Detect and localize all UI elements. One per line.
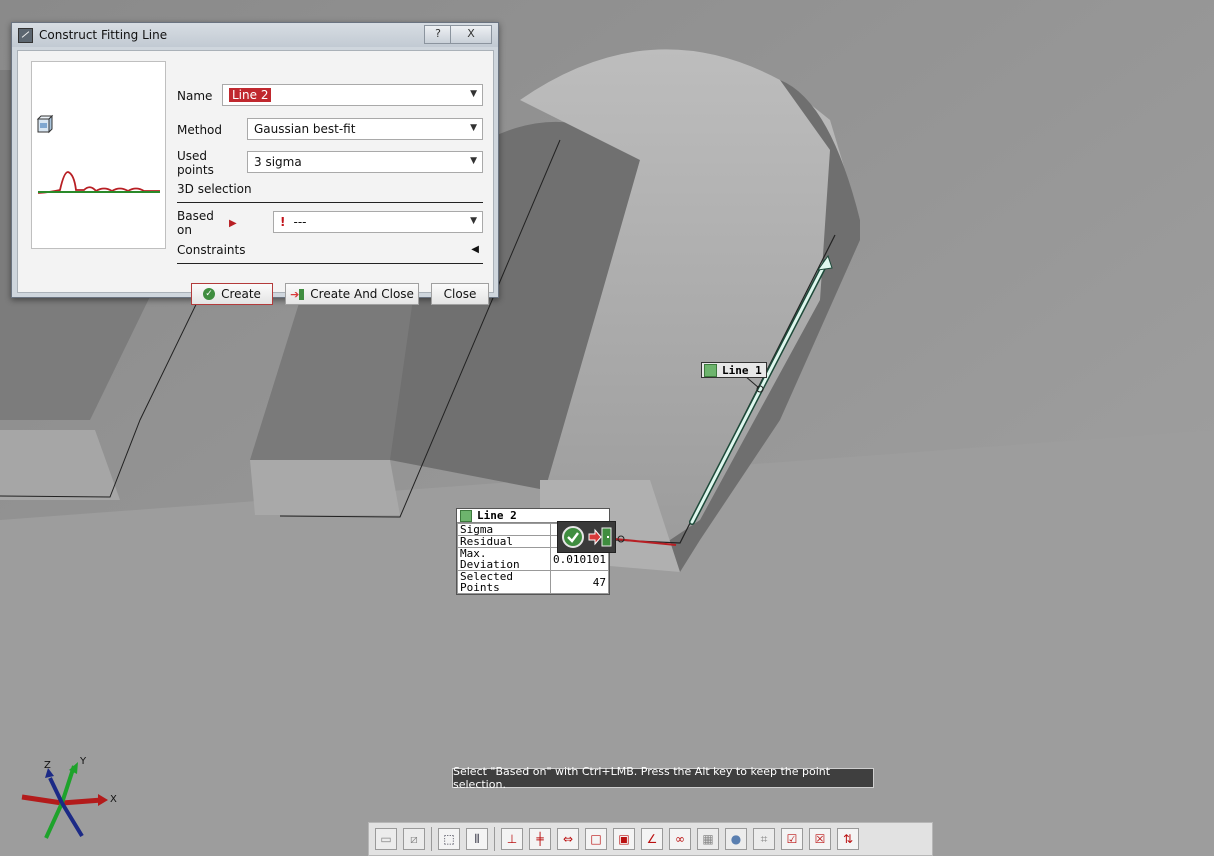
chevron-down-icon: ▼ [470,156,477,166]
method-select[interactable]: Gaussian best-fit ▼ [247,118,483,140]
chevron-down-icon: ▼ [470,216,477,226]
fit-curve-icon [37,171,160,194]
visibility-icon[interactable]: ⧄ [403,828,425,850]
select-region-icon[interactable]: ⬚ [438,828,460,850]
line1-tag[interactable]: Line 1 [701,362,767,378]
close-window-button[interactable]: X [450,25,492,44]
used-points-label: Used points [177,149,214,177]
line-tool-icon [18,27,33,43]
cube-icon [36,114,54,134]
close-label: Close [443,287,477,301]
used-points-value: 3 sigma [254,155,302,169]
axis-y-label: Y [79,756,87,767]
based-on-value: --- [293,215,307,229]
name-input[interactable]: Line 2 ▼ [222,84,483,106]
grid-icon[interactable]: ▦ [697,828,719,850]
angle-icon[interactable]: ∠ [641,828,663,850]
toolbar-separator [431,827,432,851]
export-icon[interactable]: ⇅ [837,828,859,850]
name-label: Name [177,89,213,103]
create-and-close-label: Create And Close [310,287,414,301]
section-constraints-label: Constraints [177,243,246,257]
line2-panel-title: Line 2 [477,509,517,522]
method-label: Method [177,123,223,137]
dialog-body: Name Line 2 ▼ Method Gaussian best-fit ▼… [17,50,494,305]
dialog-title: Construct Fitting Line [39,28,168,42]
row-label: Sigma [456,523,552,536]
help-button[interactable]: ? [424,25,452,44]
square-icon[interactable]: □ [585,828,607,850]
accept-icon[interactable] [562,526,584,548]
warning-icon: ! [280,215,286,229]
table-row: Selected Points 47 [456,570,609,594]
toolbar-separator [494,827,495,851]
accept-and-close-icon[interactable] [588,526,612,548]
square-l-icon[interactable]: ▣ [613,828,635,850]
create-and-close-button[interactable]: ➔ Create And Close [285,283,419,305]
create-button[interactable]: ✓ Create [191,283,273,305]
method-value: Gaussian best-fit [254,122,356,136]
sphere-icon[interactable]: ● [725,828,747,850]
cross-icon[interactable]: ☒ [809,828,831,850]
inline-actions [557,521,616,553]
create-label: Create [221,287,261,301]
section-3d-selection[interactable]: 3D selection [177,182,483,203]
split-icon[interactable]: ⫴ [466,828,488,850]
distance-icon[interactable]: ∞ [669,828,691,850]
chevron-down-icon: ▼ [470,89,477,99]
line-icon [460,509,472,522]
bounds-icon[interactable]: ⌗ [753,828,775,850]
line-icon [704,363,717,377]
name-value: Line 2 [229,88,272,102]
based-on-label: Based on [177,209,214,237]
check-circle-icon: ✓ [203,288,216,300]
row-label: Residual [456,535,552,548]
create-and-close-icon: ➔ [290,288,305,301]
align-top-icon[interactable]: ⊥ [501,828,523,850]
info-icon[interactable]: ▭ [375,828,397,850]
preview-panel [31,61,166,249]
used-points-select[interactable]: 3 sigma ▼ [247,151,483,173]
dialog-titlebar[interactable]: Construct Fitting Line ? X [12,23,498,47]
axis-z-label: Z [44,760,51,771]
based-on-select[interactable]: ! --- ▼ [273,211,483,233]
chevron-left-icon: ◀ [471,244,479,255]
close-button[interactable]: Close [431,283,489,305]
row-label: Max. Deviation [456,547,552,571]
row-label: Selected Points [456,570,552,594]
axis-x-label: X [110,794,117,805]
line1-label: Line 1 [722,363,762,377]
align-horizontal-icon[interactable]: ⇔ [557,828,579,850]
align-vertical-icon[interactable]: ╪ [529,828,551,850]
chevron-down-icon: ▼ [470,123,477,133]
play-arrow-icon[interactable]: ▶ [229,218,237,229]
check-icon[interactable]: ☑ [781,828,803,850]
status-hint: Select "Based on" with Ctrl+LMB. Press t… [452,765,874,791]
section-3d-selection-label: 3D selection [177,182,252,196]
section-constraints[interactable]: Constraints ◀ [177,243,483,264]
row-value: 47 [550,570,609,594]
construct-fitting-line-dialog: Construct Fitting Line ? X Name Line 2 ▼… [11,22,499,305]
bottom-toolbar: ▭ ⧄ ⬚ ⫴ ⊥ ╪ ⇔ □ ▣ ∠ ∞ ▦ ● ⌗ ☑ ☒ ⇅ [368,822,933,856]
